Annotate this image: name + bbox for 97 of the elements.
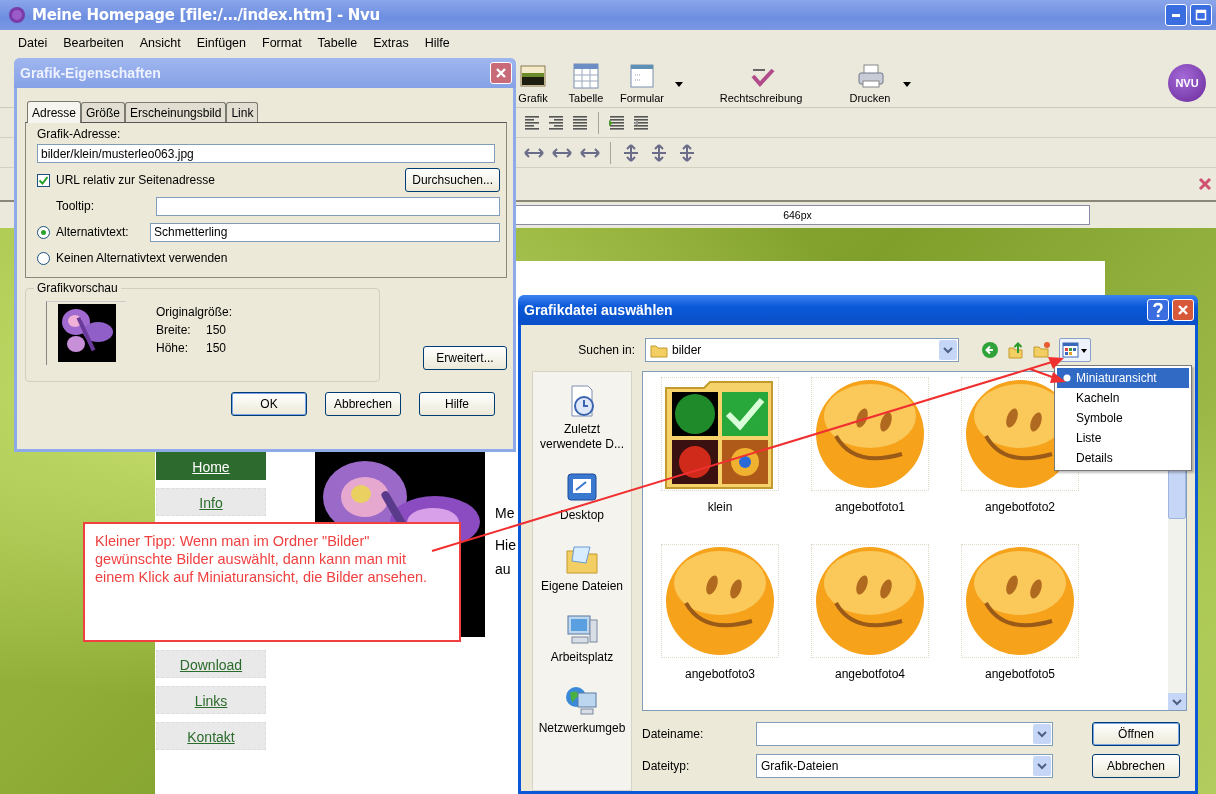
dialog-title: Grafikdatei auswählen <box>524 302 673 318</box>
maximize-icon <box>1195 9 1207 21</box>
view-menu-button[interactable] <box>1059 338 1091 362</box>
chevron-down-icon <box>1036 760 1048 772</box>
width-label: Breite: <box>156 323 192 337</box>
butterfly-thumbnail <box>57 304 116 362</box>
field-label: Suchen in: <box>577 343 635 357</box>
open-button[interactable]: Öffnen <box>1092 722 1180 746</box>
maximize-button[interactable] <box>1190 4 1212 26</box>
close-button[interactable] <box>1172 299 1194 321</box>
places-item[interactable]: Zuletzt verwendete D... <box>532 384 632 452</box>
checkbox[interactable] <box>37 173 50 187</box>
toolbar-button[interactable]: Drucken <box>840 62 900 104</box>
minimize-button[interactable] <box>1165 4 1187 26</box>
bullet-icon <box>1062 374 1071 382</box>
menu-item[interactable]: Tabelle <box>309 36 366 50</box>
nav-link[interactable]: Info <box>156 488 266 516</box>
toolbar-button[interactable]: Rechtschreibung <box>706 62 816 104</box>
radio-button[interactable] <box>37 225 50 239</box>
checkbox-label: URL relativ zur Seitenadresse <box>56 173 215 187</box>
close-tab-button[interactable] <box>1198 177 1212 191</box>
field-label: Grafik-Adresse: <box>37 127 122 141</box>
check-mark-icon <box>38 174 49 186</box>
help-button[interactable] <box>1147 299 1169 321</box>
folder-dropdown[interactable]: bilder <box>645 338 959 362</box>
window-title: Meine Homepage [file:/…/index.htm] - Nvu <box>32 6 380 24</box>
close-icon <box>1177 304 1189 316</box>
browse-button[interactable]: Durchsuchen... <box>405 168 500 192</box>
dialog-button[interactable]: Hilfe <box>419 392 495 416</box>
field-label: Tooltip: <box>55 199 96 213</box>
folder-up-icon <box>1007 341 1025 359</box>
height-label: Höhe: <box>156 341 190 355</box>
toolbar-button[interactable]: Tabelle <box>560 62 612 104</box>
radio-label: Alternativtext: <box>56 225 130 239</box>
logo: NVU <box>1168 64 1206 102</box>
tab[interactable]: Größe <box>81 102 126 122</box>
menu-item[interactable]: Hilfe <box>416 36 458 50</box>
menu-item[interactable]: Extras <box>365 36 417 50</box>
page-text: au <box>495 560 512 578</box>
question-mark-icon <box>1151 302 1165 318</box>
landscape-icon <box>519 62 547 90</box>
table-icon <box>572 62 600 90</box>
field-label: Dateityp: <box>642 759 691 773</box>
nav-link[interactable]: Links <box>156 686 266 714</box>
menu-item[interactable]: Kacheln <box>1057 388 1189 408</box>
chevron-down-icon <box>1036 728 1048 740</box>
places-item[interactable]: Netzwerkumgeb <box>532 683 632 736</box>
filename-field[interactable] <box>756 722 1053 746</box>
tooltip-field[interactable] <box>156 196 500 216</box>
printer-icon <box>856 62 884 90</box>
tab[interactable]: Adresse <box>27 101 82 123</box>
nav-link[interactable]: Download <box>156 650 266 678</box>
height-value: 150 <box>206 341 227 355</box>
advanced-button[interactable]: Erweitert... <box>423 346 507 370</box>
tab[interactable]: Erscheinungsbild <box>125 102 227 122</box>
form-icon <box>628 62 656 90</box>
menu-item[interactable]: Details <box>1057 448 1189 468</box>
size-heading: Originalgröße: <box>156 305 233 319</box>
menu-item[interactable]: Ansicht <box>131 36 189 50</box>
nav-link[interactable]: Home <box>156 452 266 480</box>
menu-item[interactable]: Datei <box>10 36 56 50</box>
page-text: Hie <box>495 536 516 554</box>
dialog-title: Grafik-Eigenschaften <box>20 65 161 81</box>
new-folder-icon <box>1033 341 1051 359</box>
minimize-icon <box>1172 13 1180 17</box>
file-type-dropdown[interactable]: Grafik-Dateien <box>756 754 1053 778</box>
close-icon <box>495 67 507 79</box>
chevron-down-icon <box>942 344 954 356</box>
places-item[interactable]: Arbeitsplatz <box>532 612 632 665</box>
nav-link[interactable]: Kontakt <box>156 722 266 750</box>
tab[interactable]: Link <box>226 102 259 122</box>
toolbar-button[interactable]: Formular <box>612 62 672 104</box>
field-label: Dateiname: <box>642 727 705 741</box>
radio-label: Keinen Alternativtext verwenden <box>56 251 228 265</box>
width-value: 150 <box>206 323 227 337</box>
menu-item[interactable]: Symbole <box>1057 408 1189 428</box>
app-logo-icon <box>8 6 26 24</box>
radio-button[interactable] <box>37 251 50 265</box>
places-item[interactable]: Eigene Dateien <box>532 541 632 594</box>
alt-text-field[interactable]: Schmetterling <box>150 222 500 242</box>
close-icon <box>1198 177 1212 191</box>
dialog-button[interactable]: Abbrechen <box>325 392 401 416</box>
page-text: Me <box>495 504 516 522</box>
close-button[interactable] <box>490 62 512 84</box>
menu-item[interactable]: Format <box>254 36 310 50</box>
scroll-down-button[interactable] <box>1168 693 1186 710</box>
cancel-button[interactable]: Abbrechen <box>1092 754 1180 778</box>
menu-item[interactable]: Miniaturansicht <box>1057 368 1189 388</box>
callout-text: Kleiner Tipp: Wenn man im Ordner "Bilder" gewünschte Bilder auswählt, dann kann man mit einem Klick auf Miniaturansicht, die Bilder ansehen. <box>95 532 429 586</box>
view-grid-icon <box>1062 341 1088 359</box>
address-field[interactable]: bilder/klein/musterleo063.jpg <box>37 144 495 163</box>
menu-item[interactable]: Liste <box>1057 428 1189 448</box>
dialog-button[interactable]: OK <box>231 392 307 416</box>
menu-item[interactable]: Einfügen <box>188 36 254 50</box>
group-title: Grafikvorschau <box>34 281 121 295</box>
menu-item[interactable]: Bearbeiten <box>55 36 132 50</box>
places-item[interactable]: Desktop <box>532 470 632 523</box>
